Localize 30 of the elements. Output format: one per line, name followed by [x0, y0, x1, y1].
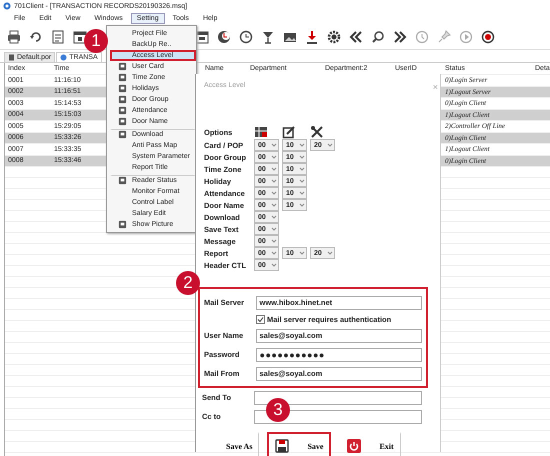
fast-forward-icon[interactable] — [392, 29, 408, 45]
calendar-icon[interactable] — [72, 29, 88, 45]
checkmark-icon — [257, 316, 264, 322]
record-icon[interactable] — [480, 29, 496, 45]
grid-icon[interactable] — [254, 125, 268, 139]
document-icon — [8, 54, 15, 61]
calendar-icon[interactable] — [194, 29, 210, 45]
document-icon[interactable] — [50, 29, 66, 45]
save-as-button[interactable]: Save As — [218, 432, 260, 456]
input-field[interactable] — [254, 390, 422, 404]
glass-icon[interactable] — [260, 29, 276, 45]
step-number: 2 — [176, 271, 200, 295]
search-icon[interactable] — [370, 29, 386, 45]
tools-icon[interactable] — [310, 125, 324, 139]
checkbox[interactable] — [256, 314, 265, 324]
printer-icon[interactable] — [6, 29, 22, 45]
chevron-down-icon — [327, 250, 333, 256]
edit-icon[interactable] — [282, 125, 296, 139]
gear-icon[interactable] — [326, 29, 342, 45]
chevron-down-icon — [299, 250, 305, 256]
circle-icon — [60, 54, 68, 61]
clock-icon[interactable] — [238, 29, 254, 45]
chevron-down-icon — [327, 142, 333, 148]
rewind-icon[interactable] — [348, 29, 364, 45]
exit-button[interactable]: Exit — [339, 432, 401, 456]
download-icon[interactable] — [304, 29, 320, 45]
save-button[interactable]: Save — [267, 432, 332, 456]
step-number: 1 — [84, 29, 108, 53]
moon-icon[interactable] — [216, 29, 232, 45]
password-field[interactable]: ●●●●●●●●●●● — [256, 348, 422, 362]
